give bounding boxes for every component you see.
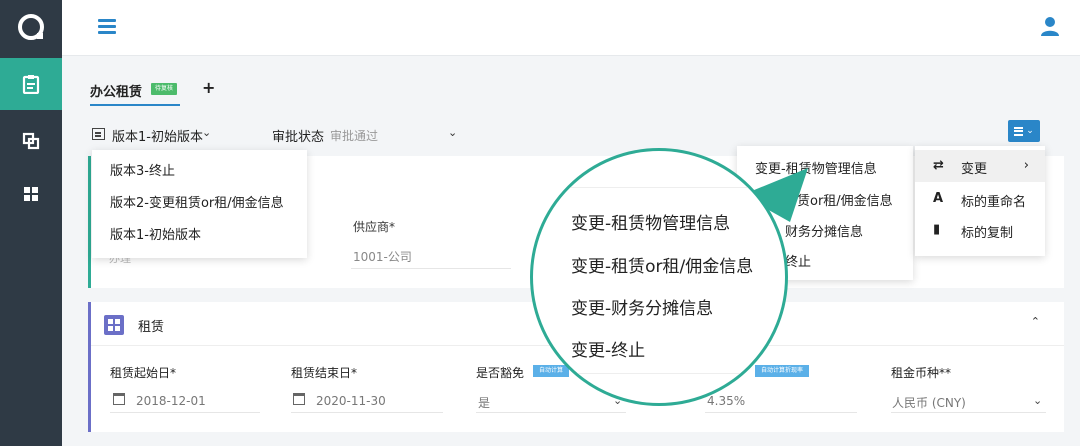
magnifier-pointer [742,168,808,222]
zoomed-option[interactable]: 变更-财务分摊信息 [571,294,713,319]
magnifier: 变更-租赁物管理信息 变更-租赁or租/佣金信息 变更-财务分摊信息 变更-终止 [530,148,788,406]
zoomed-option[interactable]: 变更-租赁物管理信息 [571,209,730,234]
zoomed-option[interactable]: 变更-终止 [571,336,645,361]
divider [547,187,777,188]
divider [547,373,777,374]
zoomed-option[interactable]: 变更-租赁or租/佣金信息 [571,252,753,277]
